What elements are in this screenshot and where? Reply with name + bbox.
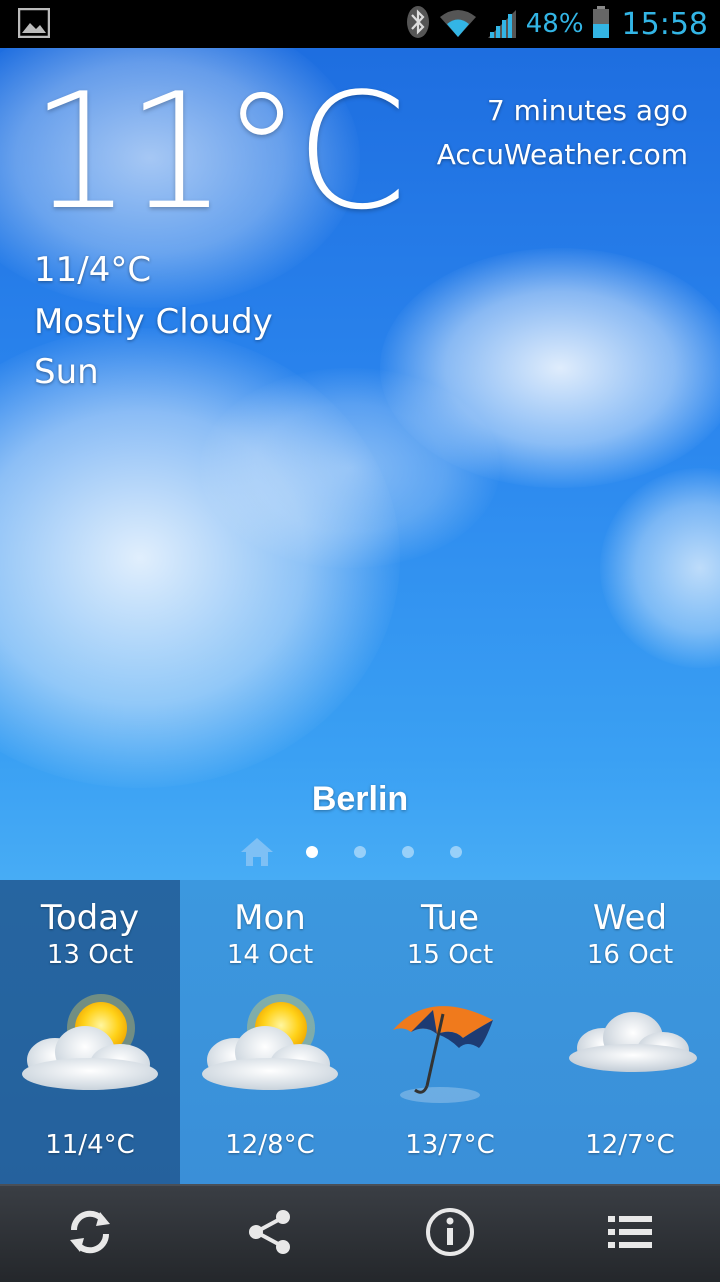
page-dot[interactable]	[450, 846, 462, 858]
last-updated: 7 minutes ago	[486, 94, 688, 127]
forecast-temp: 12/8°C	[225, 1130, 315, 1160]
battery-percent: 48%	[525, 9, 584, 39]
forecast-day-today[interactable]: Today 13 Oct 11/4°C	[0, 880, 180, 1184]
battery-icon	[592, 5, 610, 43]
forecast-temp: 11/4°C	[45, 1130, 135, 1160]
forecast-date: 13 Oct	[46, 940, 134, 970]
forecast-day-tue[interactable]: Tue 15 Oct 13/7°C	[360, 880, 540, 1184]
forecast-temp: 12/7°C	[585, 1130, 675, 1160]
forecast-date: 16 Oct	[586, 940, 674, 970]
list-icon	[608, 1212, 652, 1257]
share-button[interactable]	[180, 1186, 360, 1282]
cloud-decoration	[600, 468, 720, 668]
partly-sunny-icon	[15, 990, 165, 1110]
forecast-day-name: Mon	[234, 898, 306, 938]
bluetooth-icon	[406, 5, 430, 44]
refresh-button[interactable]	[0, 1186, 180, 1282]
partly-sunny-icon	[195, 990, 345, 1110]
city-name: Berlin	[311, 780, 409, 818]
page-dot[interactable]	[402, 846, 414, 858]
forecast-strip: Today 13 Oct 11/4°C Mon 14 Oct 12/8°C Tu…	[0, 880, 720, 1184]
wifi-icon	[438, 7, 478, 42]
forecast-day-wed[interactable]: Wed 16 Oct 12/7°C	[540, 880, 720, 1184]
forecast-date: 14 Oct	[226, 940, 314, 970]
refresh-icon	[66, 1208, 114, 1261]
forecast-day-name: Wed	[592, 898, 668, 938]
signal-icon	[486, 6, 518, 43]
umbrella-rain-icon	[375, 990, 525, 1110]
page-dot[interactable]	[306, 846, 318, 858]
info-button[interactable]	[360, 1186, 540, 1282]
current-temperature: 11°C	[30, 58, 407, 245]
bottom-toolbar	[0, 1184, 720, 1282]
current-day: Sun	[34, 352, 99, 392]
forecast-day-mon[interactable]: Mon 14 Oct 12/8°C	[180, 880, 360, 1184]
page-dot[interactable]	[354, 846, 366, 858]
status-bar: 48% 15:58	[0, 0, 720, 48]
forecast-date: 15 Oct	[406, 940, 494, 970]
clock: 15:58	[621, 6, 708, 42]
gallery-icon	[17, 7, 51, 43]
forecast-temp: 13/7°C	[405, 1130, 495, 1160]
page-indicator[interactable]	[0, 835, 720, 869]
home-icon[interactable]	[240, 836, 274, 868]
share-icon	[246, 1208, 294, 1261]
forecast-day-name: Today	[40, 898, 140, 938]
current-hi-lo: 11/4°C	[34, 250, 152, 290]
current-condition: Mostly Cloudy	[34, 302, 273, 342]
info-icon	[424, 1206, 476, 1263]
provider-link[interactable]: AccuWeather.com	[437, 138, 688, 171]
cloud-decoration	[200, 368, 500, 568]
forecast-day-name: Tue	[420, 898, 480, 938]
cloudy-icon	[555, 990, 705, 1110]
list-button[interactable]	[540, 1186, 720, 1282]
